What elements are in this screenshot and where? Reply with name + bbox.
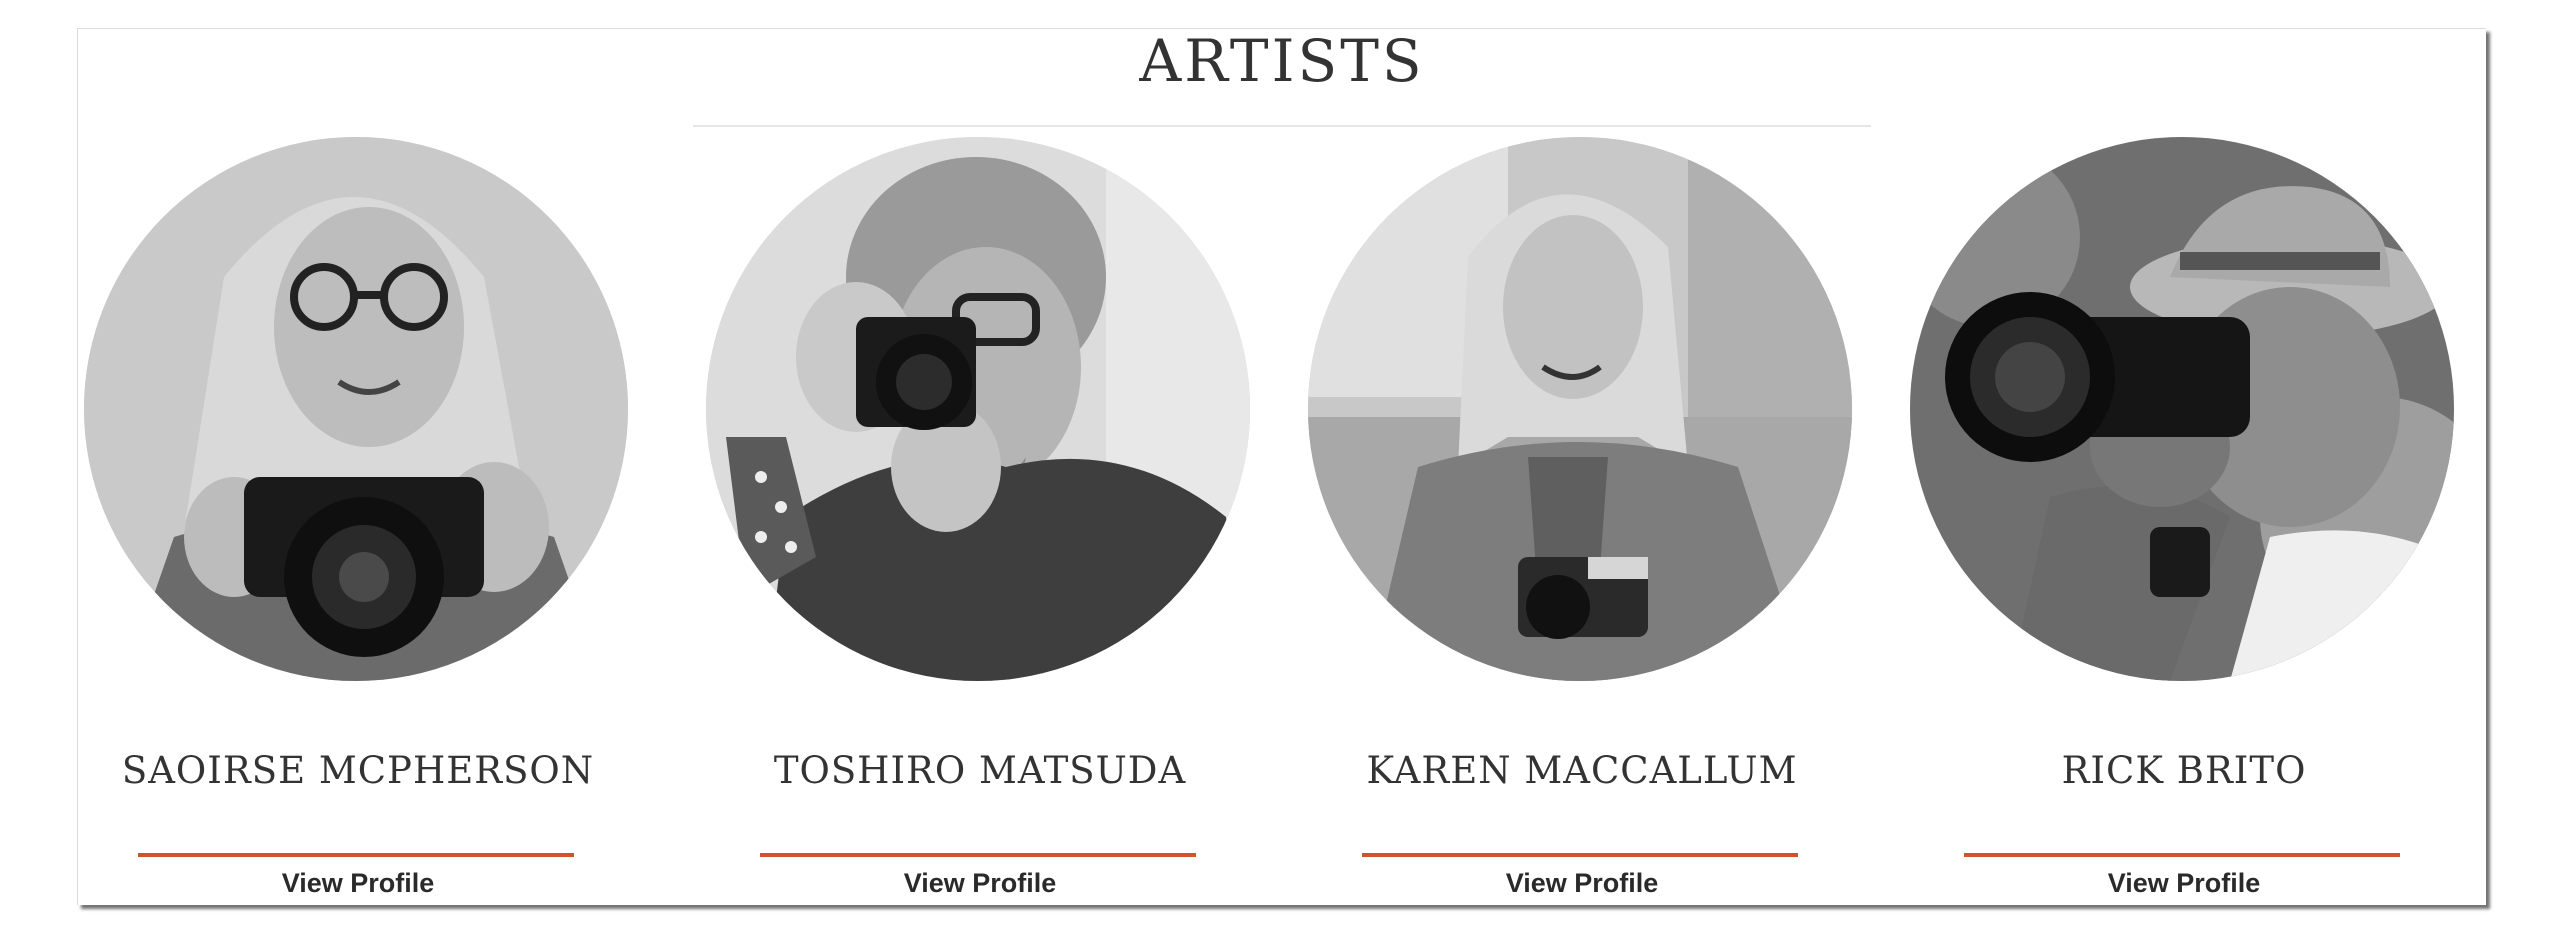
artist-portrait-image[interactable] — [84, 137, 628, 681]
artist-card: KAREN MACCALLUM View Profile — [1302, 137, 1862, 898]
artist-name: TOSHIRO MATSUDA — [773, 749, 1187, 792]
artist-card: TOSHIRO MATSUDA View Profile — [700, 137, 1260, 898]
artist-card: RICK BRITO View Profile — [1904, 137, 2464, 898]
title-divider — [693, 125, 1871, 127]
name-underline — [760, 853, 1196, 857]
name-underline — [1964, 853, 2400, 857]
artist-portrait-image[interactable] — [706, 137, 1250, 681]
view-profile-link[interactable]: View Profile — [1904, 865, 2464, 901]
name-underline — [138, 853, 574, 857]
view-profile-link[interactable]: View Profile — [78, 865, 638, 901]
portrait-photo-icon — [1308, 137, 1852, 681]
name-underline — [1362, 853, 1798, 857]
portrait-photo-icon — [706, 137, 1250, 681]
section-title: ARTISTS — [1139, 27, 1425, 95]
artist-name: RICK BRITO — [2061, 749, 2307, 792]
artist-portrait-image[interactable] — [1308, 137, 1852, 681]
portrait-photo-icon — [84, 137, 628, 681]
artist-card: SAOIRSE MCPHERSON View Profile — [78, 137, 638, 898]
view-profile-link[interactable]: View Profile — [1302, 865, 1862, 901]
portrait-photo-icon — [1910, 137, 2454, 681]
artist-portrait-image[interactable] — [1910, 137, 2454, 681]
view-profile-link[interactable]: View Profile — [700, 865, 1260, 901]
artists-section: ARTISTS TOSHIRO MATSUDA View Profile KAR… — [77, 28, 2486, 905]
artist-name: SAOIRSE MCPHERSON — [121, 749, 595, 792]
artist-name: KAREN MACCALLUM — [1366, 749, 1798, 792]
